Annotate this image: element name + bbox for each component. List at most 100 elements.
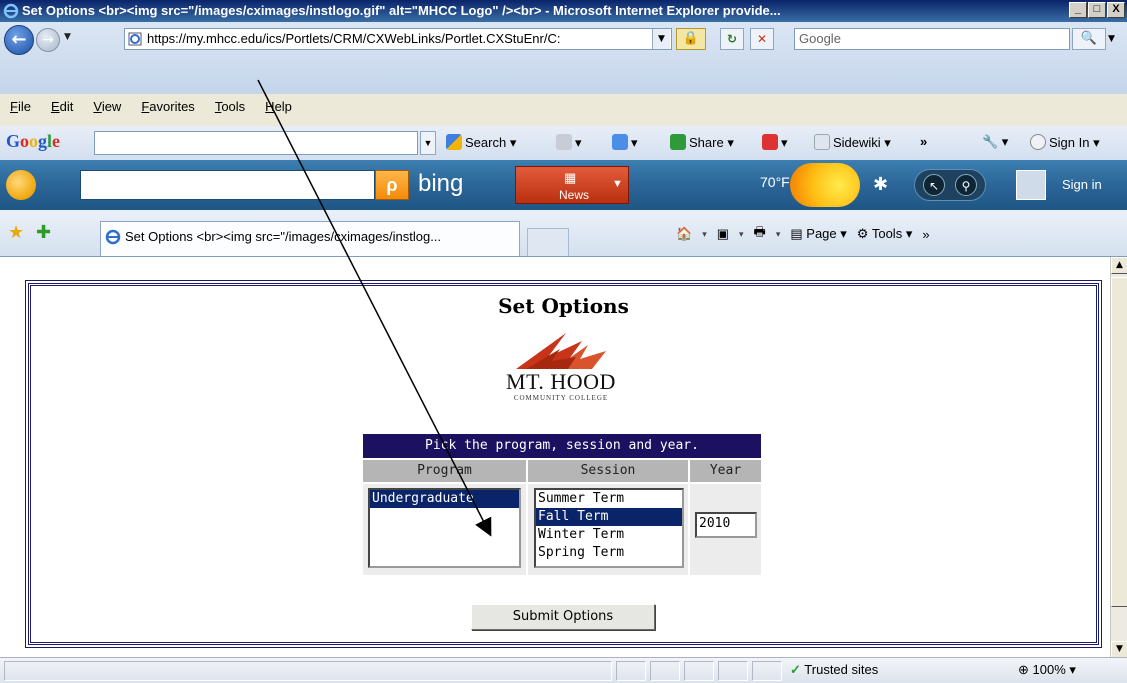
maximize-button[interactable]: □ — [1088, 2, 1106, 18]
back-button[interactable]: ← — [4, 25, 34, 55]
mhcc-logo: MT. HOOD COMMUNITY COLLEGE — [496, 327, 626, 407]
scroll-down-icon[interactable]: ▼ — [1111, 641, 1127, 658]
wrench-icon[interactable]: 🔧 ▾ — [982, 134, 1008, 150]
scroll-thumb[interactable] — [1111, 277, 1127, 607]
news-dropdown-icon[interactable]: ▼ — [612, 178, 623, 190]
refresh-button[interactable]: ↻ — [720, 28, 744, 50]
print-icon[interactable]: 🖶 — [754, 223, 766, 245]
search-input[interactable]: Google — [794, 28, 1070, 50]
command-more-button[interactable]: » — [922, 227, 929, 242]
session-option-spring[interactable]: Spring Term — [536, 544, 682, 562]
column-header-program: Program — [363, 460, 526, 482]
mountain-logo-icon — [516, 333, 606, 369]
favorites-star-icon[interactable]: ★ — [8, 222, 24, 243]
search-dropdown-icon[interactable]: ▼ — [1108, 28, 1124, 50]
page-menu-button[interactable]: ▤ Page ▾ — [790, 226, 846, 242]
google-dropdown-icon[interactable]: ▼ — [420, 131, 436, 155]
session-cell: Summer Term Fall Term Winter Term Spring… — [528, 484, 688, 575]
news-button[interactable]: ▦ News ▼ — [515, 166, 629, 204]
menu-edit[interactable]: Edit — [41, 97, 83, 117]
zoom-icon: ⊕ — [1018, 662, 1029, 677]
tab-set-options[interactable]: Set Options <br><img src="/images/cximag… — [100, 221, 520, 256]
status-cell — [718, 661, 748, 681]
google-signin-button[interactable]: Sign In ▾ — [1030, 134, 1100, 151]
menu-help[interactable]: Help — [255, 97, 302, 117]
logo-subtitle: COMMUNITY COLLEGE — [513, 394, 609, 402]
wrench-icon[interactable]: ⚲ — [955, 174, 977, 196]
gear-icon[interactable]: ✱ — [873, 174, 888, 195]
google-search-input[interactable] — [94, 131, 418, 155]
user-avatar-icon[interactable] — [1016, 170, 1046, 200]
forward-button[interactable]: → — [36, 28, 60, 52]
toolbar-more-button[interactable]: » — [920, 134, 927, 149]
session-option-winter[interactable]: Winter Term — [536, 526, 682, 544]
address-dropdown-icon[interactable]: ▼ — [652, 29, 670, 49]
menu-view[interactable]: View — [83, 97, 131, 117]
news-icon: ▦ — [564, 170, 577, 185]
bing-signin-link[interactable]: Sign in — [1062, 177, 1102, 192]
back-arrow-icon: ← — [11, 29, 27, 50]
year-cell: 2010 — [690, 484, 761, 575]
share-button[interactable]: Share ▾ — [670, 134, 734, 151]
popup-blocker-icon[interactable]: ▾ — [762, 134, 788, 151]
signin-circle-icon — [1030, 134, 1046, 150]
lock-icon[interactable]: 🔒 — [676, 28, 706, 50]
session-listbox[interactable]: Summer Term Fall Term Winter Term Spring… — [534, 488, 684, 568]
bing-search-icon[interactable]: ρ — [375, 170, 409, 200]
weather-temperature[interactable]: 70°F — [760, 174, 790, 190]
window-title-bar: Set Options <br><img src="/images/cximag… — [0, 0, 1127, 22]
google-search-button[interactable]: Search ▾ — [446, 134, 516, 151]
bing-logo: bing — [418, 170, 464, 197]
tab-bar: ★ ✚ Set Options <br><img src="/images/cx… — [0, 210, 1127, 256]
menu-bar: File Edit View Favorites Tools Help — [0, 97, 302, 117]
program-listbox[interactable]: Undergraduate — [368, 488, 521, 568]
stop-button[interactable]: ✕ — [750, 28, 774, 50]
command-bar: 🏠 ▾ ▣ ▾ 🖶 ▾ ▤ Page ▾ ⚙ Tools ▾ » — [676, 223, 930, 245]
options-table-heading: Pick the program, session and year. — [363, 434, 761, 458]
session-option-summer[interactable]: Summer Term — [536, 490, 682, 508]
home-icon[interactable]: 🏠 — [676, 226, 692, 242]
vertical-scrollbar[interactable]: ▲ ▼ — [1110, 257, 1127, 658]
zoom-control[interactable]: ⊕ 100% ▾ — [1018, 662, 1076, 678]
logo-name: MT. HOOD — [506, 369, 616, 394]
bing-bar-logo-icon[interactable] — [6, 170, 36, 200]
tools-menu-button[interactable]: ⚙ Tools ▾ — [857, 226, 913, 242]
search-icon[interactable]: 🔍 — [1072, 28, 1106, 50]
menu-favorites[interactable]: Favorites — [131, 97, 204, 117]
year-input[interactable]: 2010 — [695, 512, 757, 538]
window-title: Set Options <br><img src="/images/cximag… — [22, 3, 781, 18]
minimize-button[interactable]: _ — [1069, 2, 1087, 18]
sidewiki-button[interactable]: Sidewiki ▾ — [814, 134, 891, 151]
submit-options-button[interactable]: Submit Options — [471, 604, 655, 630]
plus-icon[interactable]: ▾ — [612, 134, 638, 151]
cursor-icon[interactable]: ↖ — [923, 174, 945, 196]
scroll-up-icon[interactable]: ▲ — [1111, 257, 1127, 274]
tab-title: Set Options <br><img src="/images/cximag… — [125, 229, 442, 244]
menu-file[interactable]: File — [0, 97, 41, 117]
session-option-fall[interactable]: Fall Term — [536, 508, 682, 526]
status-cell — [650, 661, 680, 681]
options-table: Pick the program, session and year. Prog… — [363, 434, 761, 575]
sidewiki-icon — [814, 134, 830, 150]
page-icon — [105, 229, 121, 245]
google-search-icon — [446, 134, 462, 150]
google-logo: Google — [6, 131, 61, 151]
add-favorites-icon[interactable]: ✚ — [36, 222, 51, 243]
history-dropdown-icon[interactable]: ▼ — [64, 32, 71, 42]
new-tab-button[interactable] — [527, 228, 569, 256]
column-header-year: Year — [690, 460, 761, 482]
address-input[interactable]: https://my.mhcc.edu/ics/Portlets/CRM/CXW… — [124, 28, 672, 50]
bing-search-input[interactable] — [80, 170, 375, 200]
highlight-icon[interactable]: ▾ — [556, 134, 582, 151]
close-button[interactable]: X — [1107, 2, 1125, 18]
menu-tools[interactable]: Tools — [205, 97, 255, 117]
program-option-undergraduate[interactable]: Undergraduate — [370, 490, 519, 508]
security-zone[interactable]: ✓ Trusted sites — [790, 662, 878, 678]
sun-icon[interactable] — [790, 163, 860, 207]
page-title: Set Options — [498, 294, 629, 318]
protected-mode-icon[interactable] — [752, 661, 782, 681]
column-header-session: Session — [528, 460, 688, 482]
tools-gear-icon: ⚙ — [856, 226, 869, 241]
bing-tools-pill: ↖ ⚲ — [914, 169, 986, 201]
feeds-icon[interactable]: ▣ — [717, 226, 729, 242]
